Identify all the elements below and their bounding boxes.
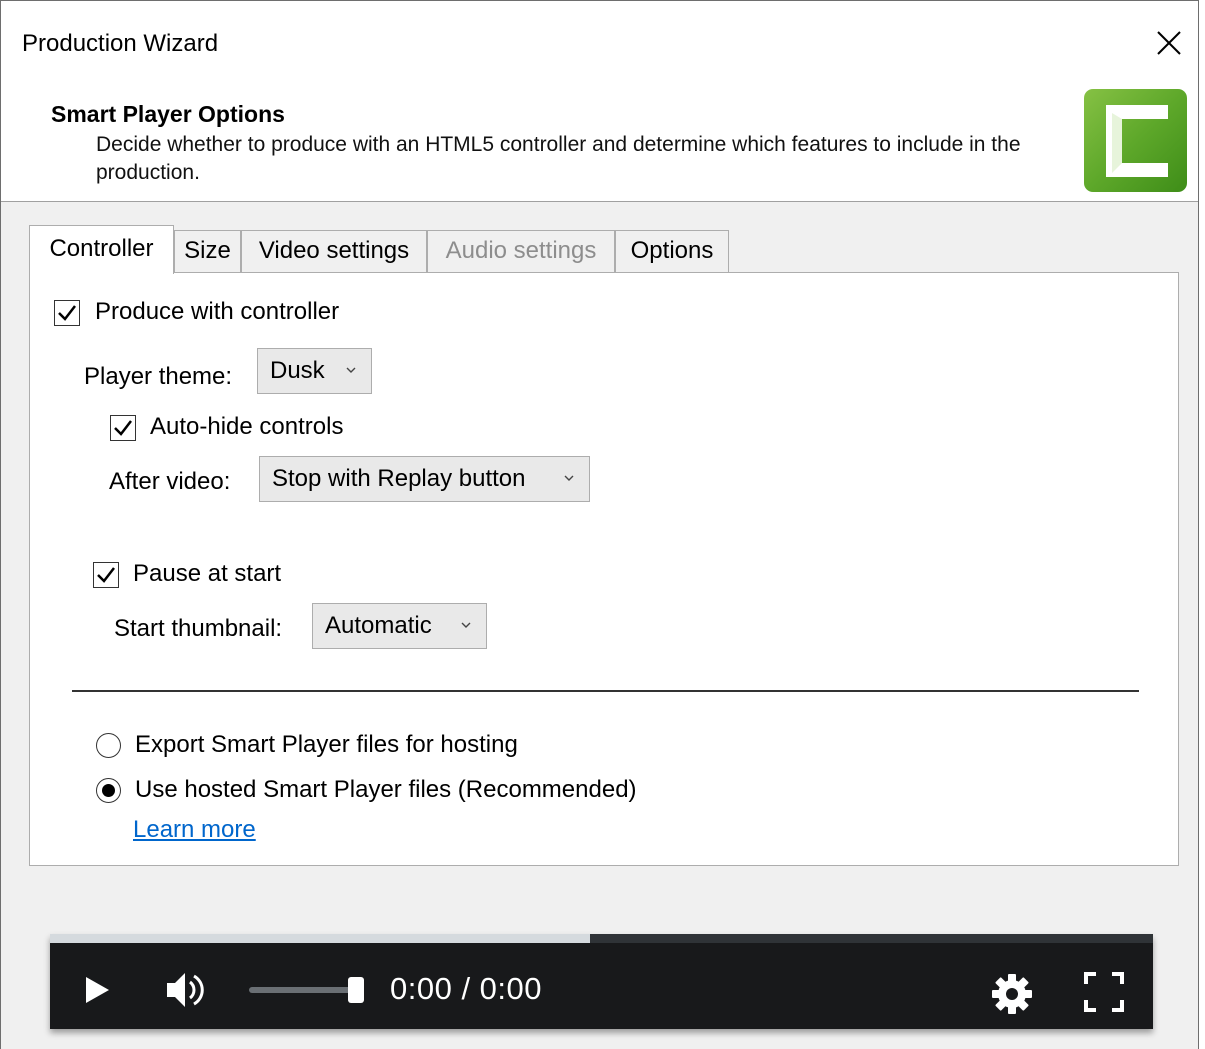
player-theme-label: Player theme: bbox=[84, 363, 233, 390]
tab-controller[interactable]: Controller bbox=[29, 225, 174, 274]
checkmark-icon bbox=[114, 420, 132, 436]
window-title: Production Wizard bbox=[22, 30, 219, 57]
produce-with-controller-checkbox[interactable] bbox=[54, 300, 80, 326]
chevron-down-icon bbox=[460, 604, 472, 648]
after-video-value: Stop with Replay button bbox=[272, 465, 526, 492]
play-icon[interactable] bbox=[83, 974, 111, 1011]
controller-panel: Produce with controller Player theme: Du… bbox=[29, 272, 1179, 866]
camtasia-logo-icon bbox=[1084, 89, 1187, 192]
checkmark-icon bbox=[58, 305, 76, 321]
checkmark-icon bbox=[97, 567, 115, 583]
start-thumbnail-label: Start thumbnail: bbox=[114, 615, 283, 642]
volume-slider-track[interactable] bbox=[249, 987, 359, 993]
tab-options[interactable]: Options bbox=[615, 230, 729, 272]
player-theme-value: Dusk bbox=[270, 357, 325, 384]
learn-more-link[interactable]: Learn more bbox=[133, 816, 256, 844]
page-title: Smart Player Options bbox=[51, 101, 285, 127]
after-video-label: After video: bbox=[109, 468, 231, 495]
pause-at-start-label: Pause at start bbox=[133, 560, 282, 587]
fullscreen-icon[interactable] bbox=[1084, 972, 1124, 1017]
page-description: Decide whether to produce with an HTML5 … bbox=[96, 133, 1021, 184]
player-theme-dropdown[interactable]: Dusk bbox=[257, 348, 372, 394]
section-divider bbox=[72, 690, 1139, 692]
produce-with-controller-label: Produce with controller bbox=[95, 298, 340, 325]
smart-player-preview: 0:00 / 0:00 bbox=[50, 934, 1153, 1029]
wizard-header: Smart Player Options Decide whether to p… bbox=[1, 83, 1198, 202]
tab-video-settings[interactable]: Video settings bbox=[241, 230, 427, 272]
progress-buffered-fill bbox=[50, 934, 591, 943]
export-smart-player-files-label: Export Smart Player files for hosting bbox=[135, 731, 518, 758]
time-readout: 0:00 / 0:00 bbox=[390, 971, 543, 1006]
title-bar: Production Wizard bbox=[1, 1, 1198, 83]
tab-size[interactable]: Size bbox=[174, 230, 241, 272]
progress-bar[interactable] bbox=[50, 934, 1153, 943]
pause-at-start-checkbox[interactable] bbox=[93, 562, 119, 588]
gear-icon[interactable] bbox=[990, 972, 1034, 1021]
start-thumbnail-dropdown[interactable]: Automatic bbox=[312, 603, 487, 649]
chevron-down-icon bbox=[345, 349, 357, 393]
start-thumbnail-value: Automatic bbox=[325, 612, 432, 639]
use-hosted-smart-player-files-radio[interactable] bbox=[96, 778, 121, 803]
chevron-down-icon bbox=[563, 457, 575, 501]
auto-hide-controls-checkbox[interactable] bbox=[110, 415, 136, 441]
export-smart-player-files-radio[interactable] bbox=[96, 733, 121, 758]
volume-icon[interactable] bbox=[163, 968, 207, 1017]
use-hosted-smart-player-files-label: Use hosted Smart Player files (Recommend… bbox=[135, 776, 637, 803]
after-video-dropdown[interactable]: Stop with Replay button bbox=[259, 456, 590, 502]
close-icon[interactable] bbox=[1149, 23, 1189, 63]
volume-slider-handle[interactable] bbox=[348, 977, 364, 1003]
auto-hide-controls-label: Auto-hide controls bbox=[150, 413, 344, 440]
production-wizard-window: Production Wizard Smart Player Options D… bbox=[0, 0, 1199, 1049]
tab-audio-settings: Audio settings bbox=[427, 230, 615, 272]
radio-selected-dot bbox=[102, 784, 115, 797]
